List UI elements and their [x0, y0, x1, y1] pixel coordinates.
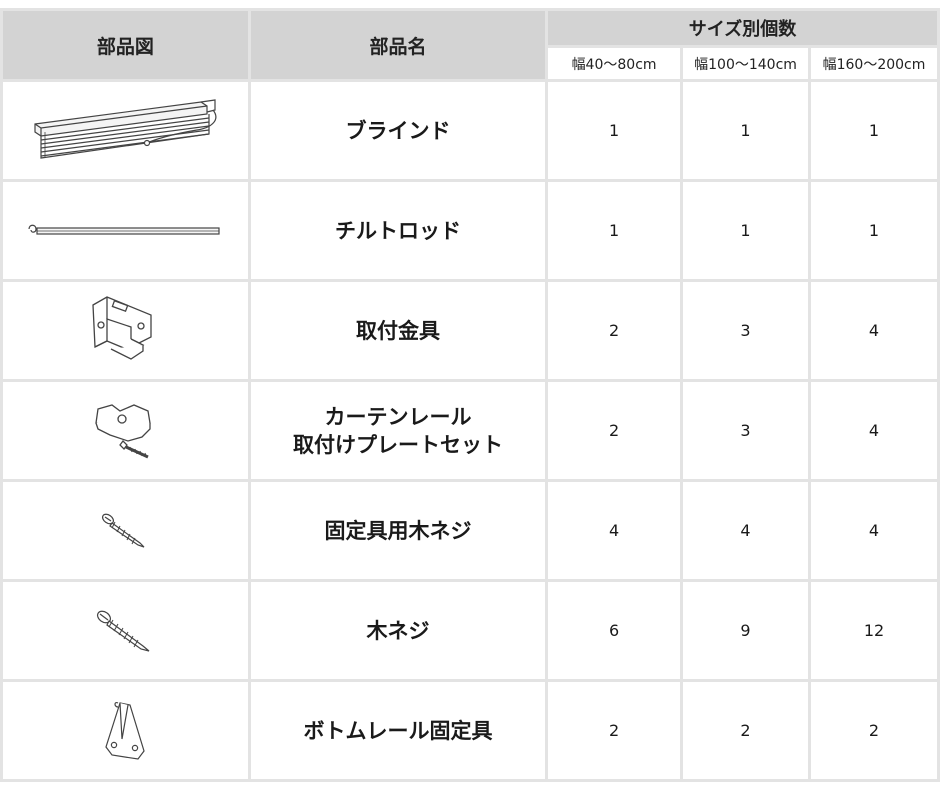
qty-size-40-80: 2 [548, 682, 681, 779]
figure-cell [3, 682, 248, 779]
part-name: 木ネジ [250, 582, 546, 679]
bottom-rail-holder-icon [100, 699, 150, 763]
table-row: チルトロッド 1 1 1 [3, 182, 937, 279]
parts-table: 部品図 部品名 サイズ別個数 幅40〜80cm 幅100〜140cm 幅160〜… [0, 8, 940, 782]
figure-cell [3, 582, 248, 679]
part-name-line: 取付けプレートセット [292, 432, 503, 457]
figure-cell [3, 82, 248, 179]
table-row: ボトムレール固定具 2 2 2 [3, 682, 937, 779]
mounting-bracket-icon [85, 293, 165, 369]
part-name: ボトムレール固定具 [250, 682, 546, 779]
tilt-rod-icon [25, 221, 225, 241]
part-name-line: 固定具用木ネジ [324, 518, 472, 543]
qty-size-100-140: 1 [683, 182, 808, 279]
part-name: チルトロッド [250, 182, 546, 279]
part-name: 取付金具 [250, 282, 546, 379]
qty-size-100-140: 3 [683, 382, 808, 479]
curtain-rail-plate-icon [90, 401, 160, 461]
qty-size-160-200: 12 [810, 582, 937, 679]
qty-size-160-200: 1 [810, 82, 937, 179]
qty-size-100-140: 2 [683, 682, 808, 779]
table-row: ブラインド 1 1 1 [3, 82, 937, 179]
header-part-name: 部品名 [250, 11, 546, 79]
qty-size-40-80: 1 [548, 82, 681, 179]
qty-size-100-140: 1 [683, 82, 808, 179]
qty-size-100-140: 4 [683, 482, 808, 579]
figure-cell [3, 182, 248, 279]
table-row: 木ネジ 6 9 12 [3, 582, 937, 679]
part-name: 固定具用木ネジ [250, 482, 546, 579]
wood-screw-icon [95, 608, 155, 654]
figure-cell [3, 482, 248, 579]
figure-cell [3, 282, 248, 379]
part-name: ブラインド [250, 82, 546, 179]
qty-size-160-200: 4 [810, 282, 937, 379]
qty-size-40-80: 4 [548, 482, 681, 579]
qty-size-40-80: 2 [548, 282, 681, 379]
qty-size-40-80: 2 [548, 382, 681, 479]
qty-size-100-140: 3 [683, 282, 808, 379]
qty-size-160-200: 4 [810, 382, 937, 479]
header-size-100-140: 幅100〜140cm [683, 48, 808, 79]
part-name-line: ブラインド [345, 118, 451, 143]
header-size-40-80: 幅40〜80cm [548, 48, 681, 79]
qty-size-100-140: 9 [683, 582, 808, 679]
qty-size-160-200: 2 [810, 682, 937, 779]
figure-cell [3, 382, 248, 479]
blind-icon [25, 96, 225, 166]
header-figure: 部品図 [3, 11, 248, 79]
qty-size-40-80: 1 [548, 182, 681, 279]
part-name-line: 取付金具 [355, 318, 440, 343]
part-name-line: ボトムレール固定具 [303, 718, 493, 743]
table-row: カーテンレール 取付けプレートセット 2 3 4 [3, 382, 937, 479]
table-row: 固定具用木ネジ 4 4 4 [3, 482, 937, 579]
wood-screw-small-icon [100, 511, 150, 551]
qty-size-40-80: 6 [548, 582, 681, 679]
table-row: 取付金具 2 3 4 [3, 282, 937, 379]
part-name-line: チルトロッド [334, 218, 461, 243]
header-quantity-by-size: サイズ別個数 [548, 11, 937, 45]
qty-size-160-200: 1 [810, 182, 937, 279]
header-size-160-200: 幅160〜200cm [810, 48, 937, 79]
qty-size-160-200: 4 [810, 482, 937, 579]
part-name-line: 木ネジ [366, 618, 430, 643]
part-name: カーテンレール 取付けプレートセット [250, 382, 546, 479]
part-name-line: カーテンレール [324, 404, 472, 429]
